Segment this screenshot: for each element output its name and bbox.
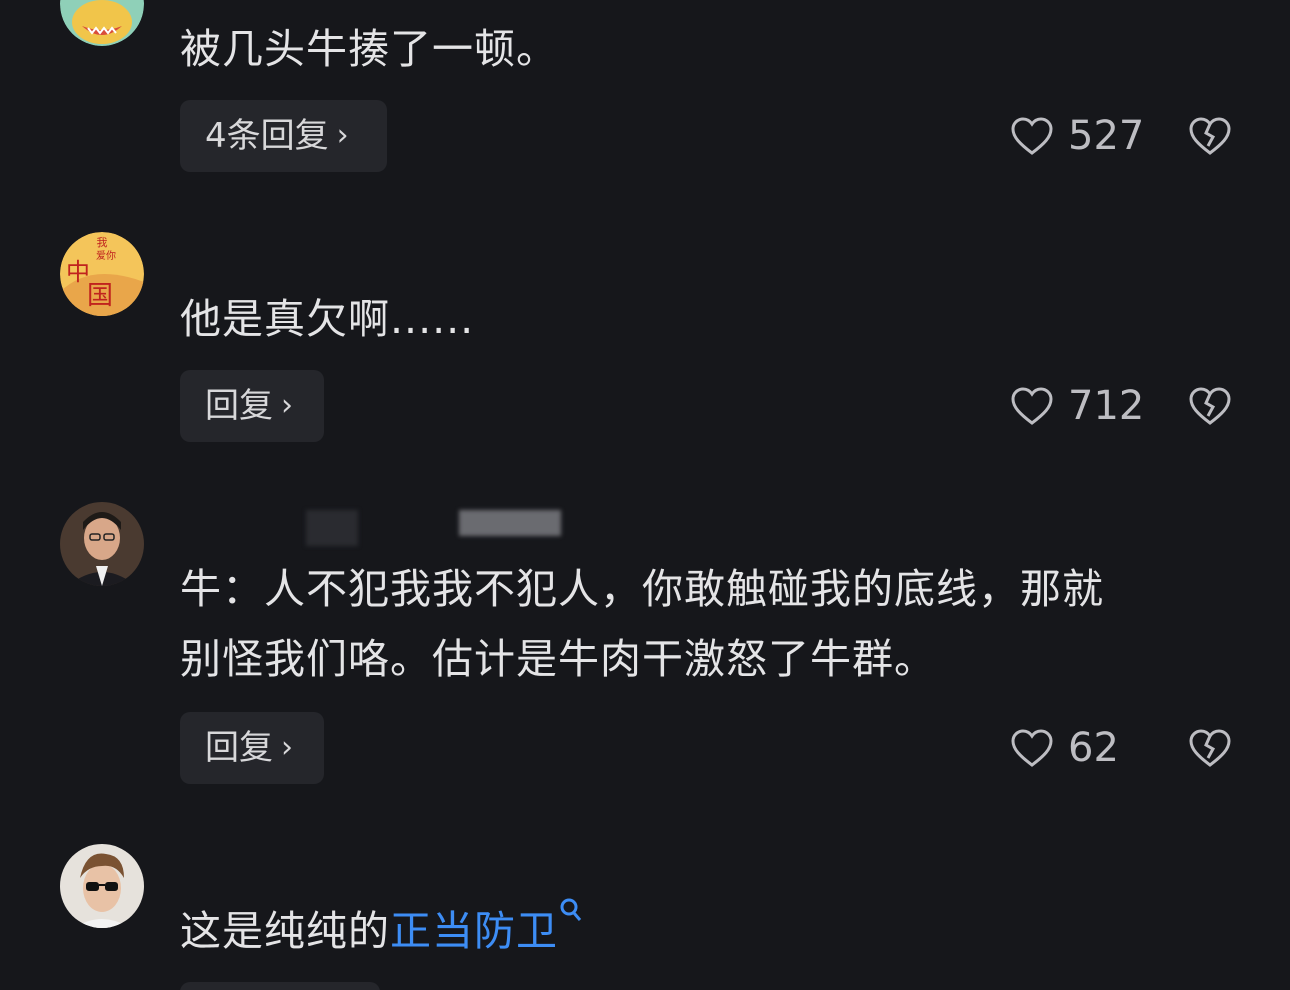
comment-text: 牛：人不犯我我不犯人，你敢触碰我的底线，那就 bbox=[180, 565, 1104, 613]
view-replies-button[interactable]: 4条回复 › bbox=[180, 100, 387, 172]
chevron-right-icon: › bbox=[281, 388, 293, 423]
avatar-text-middle: 爱你 bbox=[96, 249, 116, 262]
avatar[interactable] bbox=[60, 502, 144, 586]
search-icon[interactable] bbox=[558, 896, 584, 926]
heart-icon bbox=[1011, 117, 1053, 155]
like-button[interactable]: 527 bbox=[1010, 100, 1144, 172]
avatar[interactable] bbox=[60, 844, 144, 928]
dislike-button[interactable] bbox=[1188, 100, 1236, 172]
avatar[interactable]: 我 爱你 中 国 bbox=[60, 232, 144, 316]
comment-text: 被几头牛揍了一顿。 bbox=[180, 25, 558, 73]
like-count: 712 bbox=[1068, 383, 1145, 429]
chevron-right-icon: › bbox=[281, 730, 293, 765]
broken-heart-icon bbox=[1189, 387, 1231, 425]
comment-text: 他是真欠啊...... bbox=[180, 295, 475, 343]
like-count: 62 bbox=[1068, 725, 1119, 771]
like-button[interactable]: 712 bbox=[1010, 370, 1144, 442]
man-sunglasses-icon bbox=[60, 844, 144, 928]
dislike-button[interactable] bbox=[1188, 370, 1236, 442]
reply-label: 4条回复 bbox=[205, 116, 329, 156]
broken-heart-icon bbox=[1189, 729, 1231, 767]
dislike-button[interactable] bbox=[1188, 712, 1236, 784]
redacted-username bbox=[306, 510, 358, 546]
cartoon-creature-icon bbox=[60, 0, 144, 46]
like-button[interactable]: 62 bbox=[1010, 712, 1119, 784]
heart-icon bbox=[1011, 387, 1053, 425]
avatar-text-bottom: 国 bbox=[87, 281, 113, 311]
like-count: 527 bbox=[1068, 113, 1145, 159]
search-keyword-link[interactable]: 正当防卫 bbox=[390, 907, 558, 955]
comment-text-prefix: 这是纯纯的 bbox=[180, 907, 390, 955]
man-portrait-icon bbox=[60, 502, 144, 586]
china-flag-avatar-icon: 我 爱你 中 国 bbox=[60, 232, 144, 316]
chevron-right-icon: › bbox=[336, 118, 349, 153]
reply-button[interactable]: 回复 › bbox=[180, 712, 324, 784]
broken-heart-icon bbox=[1189, 117, 1231, 155]
reply-label: 回复 bbox=[205, 728, 273, 768]
reply-label: 回复 bbox=[205, 386, 273, 426]
comment-text: 这是纯纯的正当防卫 bbox=[180, 896, 584, 966]
reply-button[interactable]: 回复 › bbox=[180, 370, 324, 442]
comment-list: 被几头牛揍了一顿。 4条回复 › 527 我 爱你 中 国 他是真欠啊.....… bbox=[0, 0, 1290, 990]
comment-text: 别怪我们咯。估计是牛肉干激怒了牛群。 bbox=[180, 635, 936, 683]
heart-icon bbox=[1011, 729, 1053, 767]
avatar-text-top: 我 bbox=[97, 236, 108, 249]
avatar[interactable] bbox=[60, 0, 144, 46]
redacted-username bbox=[459, 510, 561, 536]
reply-button-partial[interactable] bbox=[180, 982, 380, 990]
